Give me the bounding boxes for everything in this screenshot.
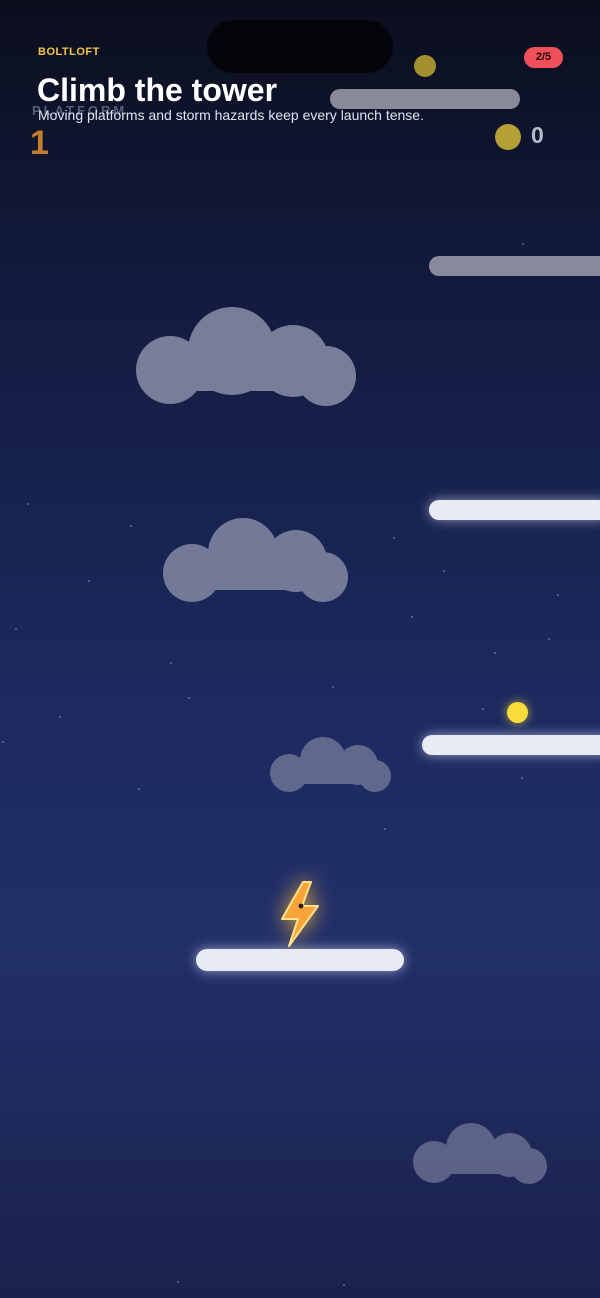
star xyxy=(138,788,140,790)
page-subtitle: Moving platforms and storm hazards keep … xyxy=(38,107,424,123)
page-title: Climb the tower xyxy=(37,72,278,108)
storm-cloud xyxy=(413,1122,548,1185)
star xyxy=(494,652,496,654)
platform xyxy=(429,256,600,276)
star xyxy=(170,662,172,664)
dynamic-island xyxy=(207,20,393,73)
star xyxy=(188,697,190,699)
player-lightning-bolt-icon[interactable] xyxy=(272,880,328,950)
page-indicator-badge: 2/5 xyxy=(524,47,563,68)
star xyxy=(59,716,61,718)
star xyxy=(557,594,559,596)
star xyxy=(522,243,524,245)
star xyxy=(15,628,17,630)
star xyxy=(443,570,445,572)
star xyxy=(521,777,523,779)
platform xyxy=(422,735,600,755)
coin-icon xyxy=(414,55,436,77)
game-background xyxy=(0,0,600,1298)
star xyxy=(384,828,386,830)
star xyxy=(411,616,413,618)
platform xyxy=(330,89,520,109)
brand-label: BOLTLOFT xyxy=(38,46,100,58)
coin-counter: 0 xyxy=(531,122,544,148)
platform-counter: 1 xyxy=(30,124,49,162)
star xyxy=(88,580,90,582)
star xyxy=(2,741,4,743)
star xyxy=(393,537,395,539)
star xyxy=(482,708,484,710)
star xyxy=(343,1284,345,1286)
star xyxy=(332,686,334,688)
star xyxy=(130,525,132,527)
star xyxy=(548,638,550,640)
storm-cloud xyxy=(135,305,357,407)
start-platform xyxy=(196,949,404,971)
storm-cloud xyxy=(270,736,392,794)
platform xyxy=(429,500,600,520)
coin-icon xyxy=(495,124,521,150)
storm-cloud xyxy=(163,516,350,604)
star xyxy=(177,1281,179,1283)
star xyxy=(27,503,29,505)
coin-icon xyxy=(507,702,528,723)
